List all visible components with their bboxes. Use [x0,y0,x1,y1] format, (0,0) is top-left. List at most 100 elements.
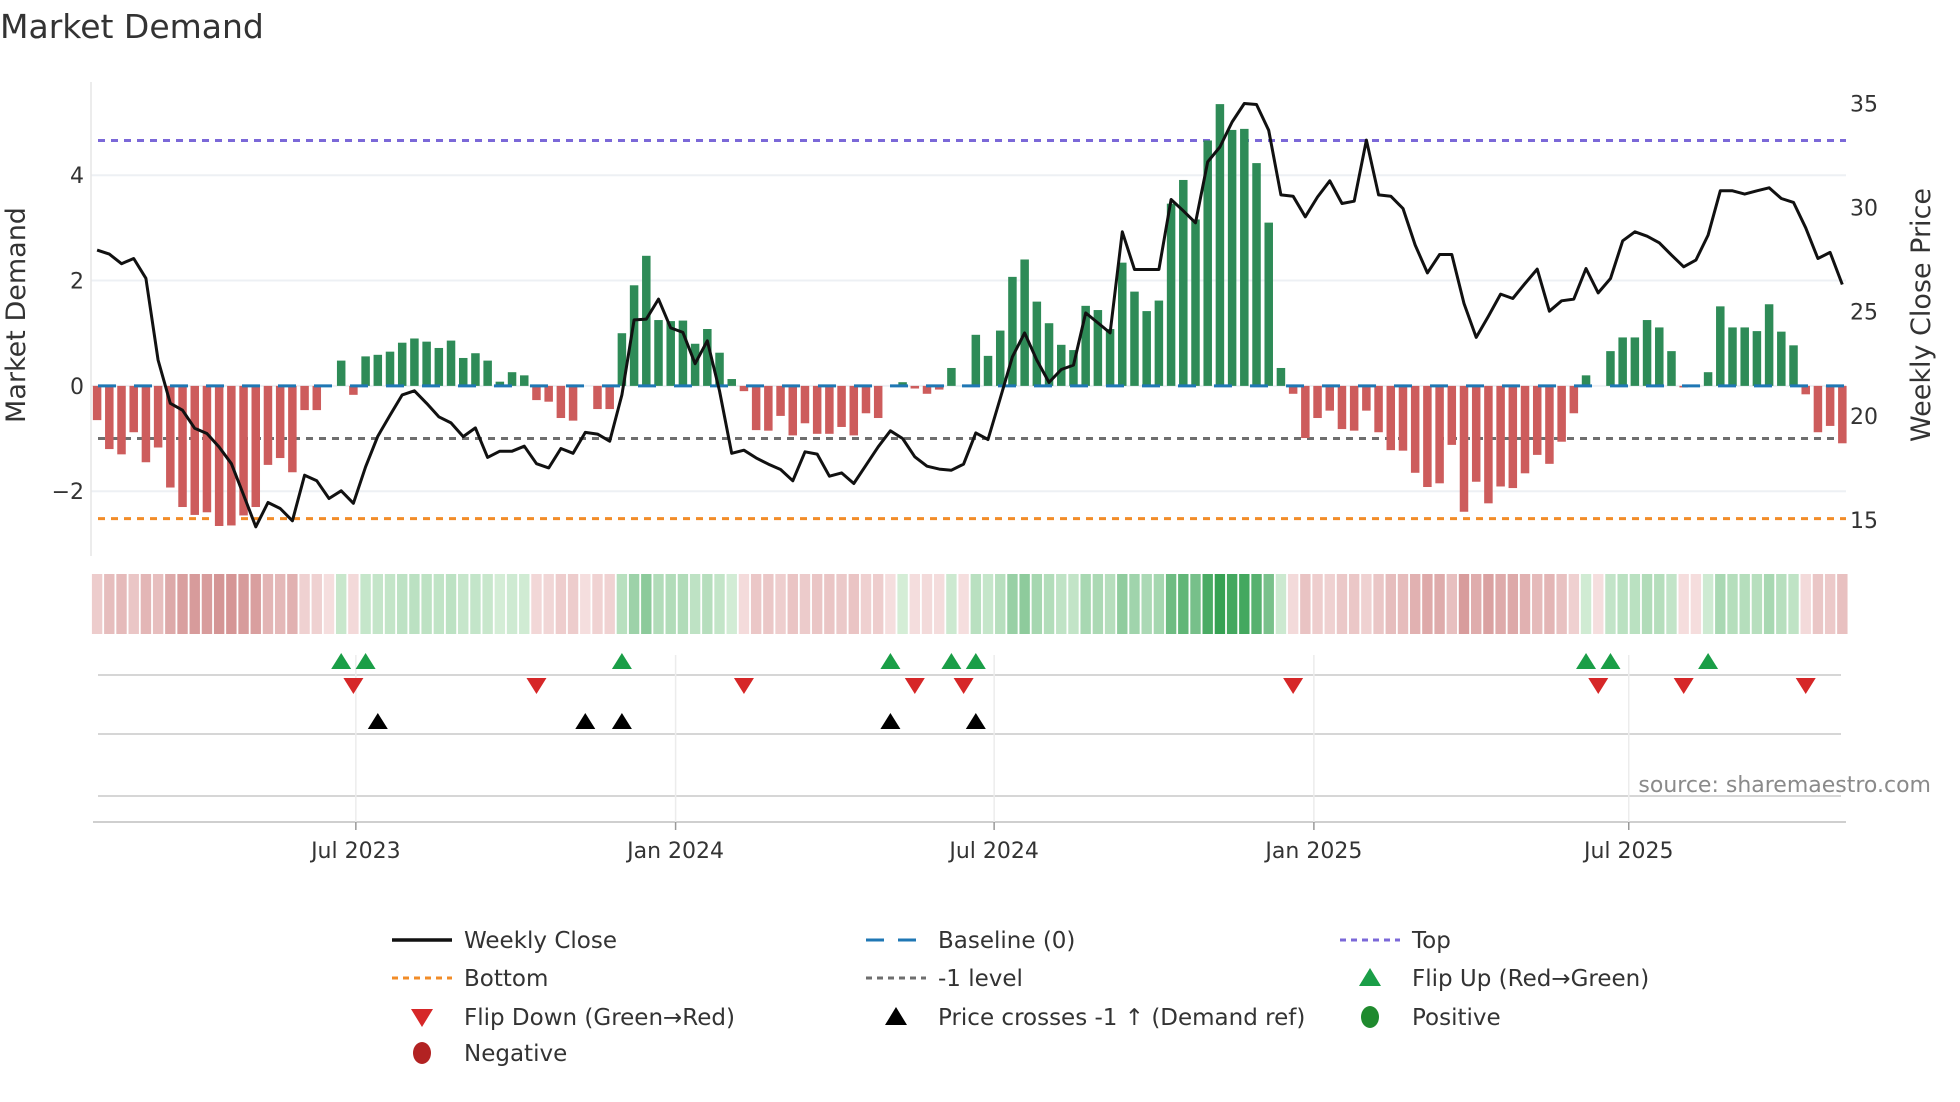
negative-bar [837,385,846,427]
heatmap-cell [1263,574,1274,634]
positive-bar [1581,375,1591,386]
positive-bar [507,372,517,386]
heatmap-cell [1483,574,1494,634]
heatmap-cell [152,574,164,634]
legend-item: Flip Down (Green→Red) [411,1005,735,1031]
heatmap-cell [238,574,249,634]
negative-bar [1520,385,1530,474]
positive-bar [1618,337,1627,386]
y2-tick-label: 15 [1850,509,1878,534]
heatmap-cell [934,574,945,634]
legend-label: Baseline (0) [938,928,1075,954]
flip-down-marker [526,678,547,694]
heatmap-cell [1434,574,1445,634]
flip-up-marker [880,653,901,669]
flip-down-marker [1673,678,1694,694]
legend-label: -1 level [938,966,1023,992]
negative-bar [105,385,114,450]
positive-bar [1703,372,1713,386]
heatmap-cell [433,574,445,634]
y-tick-label: 4 [70,164,84,189]
heatmap-cell [299,574,310,634]
weekly-close-polyline [96,102,1844,529]
flip-down-marker [343,678,364,694]
negative-bar [1301,385,1310,439]
heatmap-cell [982,574,994,634]
negative-bar [1447,385,1457,445]
x-tick-label: Jan 2025 [1263,839,1362,864]
heatmap-cell [1373,574,1384,634]
heatmap-cell [1214,574,1226,634]
heatmap-cell [494,574,506,634]
demand-heatmap-strip [91,574,1848,634]
flip-up-marker [1600,653,1621,669]
negative-bar [825,385,834,434]
negative-bar [1349,385,1359,431]
legend-label: Price crosses -1 ↑ (Demand ref) [938,1005,1305,1031]
price-cross-marker [575,713,596,729]
heatmap-cell [1666,574,1677,634]
flip-down-marker [904,678,925,694]
positive-bar [1777,331,1786,386]
heatmap-cell [1617,574,1628,634]
positive-bar [1728,327,1737,386]
flip-up-marker [1576,653,1597,669]
negative-bar [605,385,614,410]
heatmap-cell [1068,574,1079,634]
heatmap-cell [1080,574,1091,634]
heatmap-cell [811,574,823,634]
positive-bar [1655,327,1664,386]
positive-bar [1264,222,1273,386]
gridlines [90,82,1846,556]
negative-bar [214,385,224,526]
heatmap-cell [360,574,371,634]
positive-bar [1142,311,1151,386]
heatmap-cell [1153,574,1165,634]
heatmap-cell [1800,574,1811,634]
negative-bar [532,385,541,401]
negative-bar [873,385,883,419]
legend-item: Baseline (0) [866,928,1075,954]
negative-bar [1532,385,1542,455]
y-tick-label: −2 [52,480,84,505]
heatmap-cell [1056,574,1067,634]
flip-up-marker [1698,653,1719,669]
positive-bar [446,340,456,386]
negative-bar [202,385,212,513]
heatmap-cell [897,574,908,634]
heatmap-cell [421,574,432,634]
positive-bar [1154,300,1164,386]
heatmap-cell [250,574,261,634]
heatmap-cell [1715,574,1726,634]
heatmap-cell [189,574,200,634]
negative-bar [910,385,920,389]
weekly-close-line [96,102,1844,529]
heatmap-cell [726,574,737,634]
positive-bar [1252,163,1261,386]
negative-bar [288,385,297,473]
event-marker-panels [93,653,1846,830]
legend-item: Weekly Close [392,928,617,954]
source-text: source: sharemaestro.com [1638,773,1931,798]
heatmap-cell [1251,574,1262,634]
heatmap-cell [116,574,127,634]
heatmap-cell [1043,574,1055,634]
heatmap-cell [1422,574,1433,634]
heatmap-cell [775,574,786,634]
heatmap-cell [1385,574,1396,634]
triangle-down-icon [411,1009,433,1027]
heatmap-cell [1348,574,1360,634]
heatmap-cell [140,574,152,634]
positive-bar [1789,345,1798,386]
flip-up-marker [331,653,352,669]
heatmap-cell [555,574,567,634]
heatmap-cell [1739,574,1750,634]
positive-bar [642,255,651,386]
negative-bar [178,385,187,508]
y2-tick-label: 25 [1850,301,1878,326]
triangle-up-icon [1359,968,1381,986]
positive-bar [1032,301,1042,386]
flip-up-marker [611,653,632,669]
heatmap-cell [1690,574,1702,634]
negative-bar [1471,385,1481,482]
